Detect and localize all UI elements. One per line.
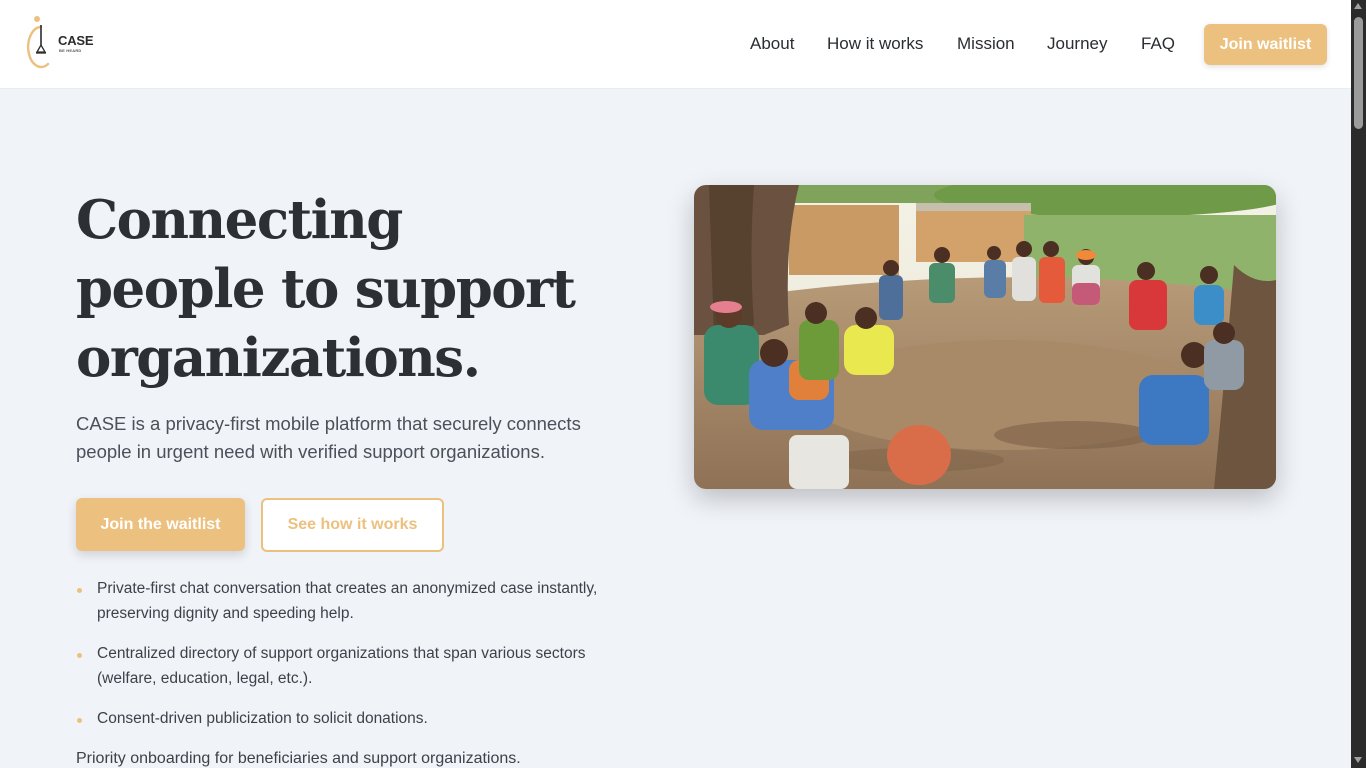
hero-subtitle: CASE is a privacy-first mobile platform …	[76, 413, 581, 462]
logo-tagline: BE HEARD	[59, 48, 82, 53]
feature-text: Consent-driven publicization to solicit …	[97, 710, 428, 727]
see-how-it-works-button[interactable]: See how it works	[261, 498, 444, 552]
community-meeting-image	[694, 185, 1276, 489]
scroll-down-arrow-icon[interactable]	[1354, 757, 1362, 763]
nav-journey-link[interactable]: Journey	[1047, 34, 1107, 56]
hero-title-line: Connecting	[76, 189, 403, 251]
page-scrollbar[interactable]	[1351, 0, 1366, 768]
case-logo[interactable]: CASE BE HEARD	[26, 15, 106, 69]
hero-title-line: people to support	[76, 258, 576, 320]
feature-item: Centralized directory of support organiz…	[76, 641, 636, 691]
nav-faq-link[interactable]: FAQ	[1141, 34, 1175, 56]
bullet-dot-icon	[77, 588, 82, 593]
feature-item: Consent-driven publicization to solicit …	[76, 706, 636, 731]
join-the-waitlist-button[interactable]: Join the waitlist	[76, 498, 245, 551]
hero-title: Connecting people to support organizatio…	[76, 186, 636, 393]
feature-text: Private-first chat conversation that cre…	[97, 580, 598, 622]
feature-text: Centralized directory of support organiz…	[97, 645, 586, 687]
nav-mission-link[interactable]: Mission	[957, 34, 1015, 56]
feature-list: Private-first chat conversation that cre…	[76, 576, 636, 746]
nav-how-it-works-link[interactable]: How it works	[827, 34, 923, 56]
feature-item: Private-first chat conversation that cre…	[76, 576, 636, 626]
scrollbar-thumb[interactable]	[1354, 17, 1363, 129]
nav-about-link[interactable]: About	[750, 34, 794, 56]
community-meeting-photo	[694, 185, 1276, 489]
join-waitlist-button[interactable]: Join waitlist	[1204, 24, 1327, 65]
site-header: CASE BE HEARD About How it works Mission…	[0, 0, 1351, 89]
bullet-dot-icon	[77, 653, 82, 658]
bullet-dot-icon	[77, 718, 82, 723]
scroll-up-arrow-icon[interactable]	[1354, 3, 1362, 9]
hero-title-line: organizations.	[76, 327, 481, 389]
logo-wordmark: CASE	[58, 33, 94, 48]
priority-note: Priority onboarding for beneficiaries an…	[76, 750, 521, 767]
